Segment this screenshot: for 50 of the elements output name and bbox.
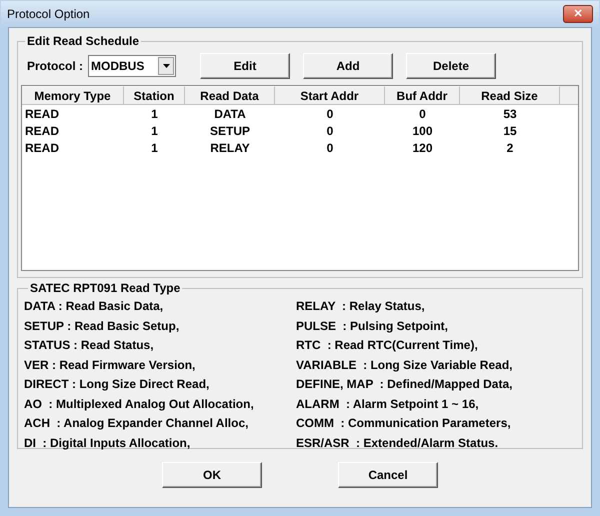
action-button[interactable]: Add <box>303 53 393 79</box>
column-header[interactable]: Read Data <box>185 86 275 105</box>
column-header[interactable]: Buf Addr <box>385 86 460 105</box>
read-type-text: ALARM : Alarm Setpoint 1 ~ 16, <box>296 396 480 412</box>
table-cell-text: READ <box>24 140 60 156</box>
table-cell-text: 15 <box>502 123 518 139</box>
table-cell-text: 53 <box>502 106 518 122</box>
table-cell-text: DATA <box>213 106 247 122</box>
read-type-text: ACH : Analog Expander Channel Alloc, <box>24 415 250 432</box>
read-type-text: RELAY : Relay Status, <box>296 298 426 315</box>
table-cell-text: 1 <box>150 123 159 139</box>
column-header[interactable]: Start Addr <box>275 86 385 105</box>
column-header[interactable]: Memory Type <box>22 86 124 105</box>
protocol-dropdown[interactable]: MODBUS <box>88 55 176 77</box>
table-cell-text: 0 <box>326 106 334 122</box>
table-cell-text: SETUP <box>208 123 251 139</box>
read-type-text: DI : Digital Inputs Allocation, <box>24 434 192 452</box>
table-cell-text: RELAY <box>209 140 251 156</box>
read-type-text: SETUP : Read Basic Setup, <box>24 318 180 334</box>
table-cell-text: 0 <box>326 123 334 139</box>
read-type-text: COMM : Communication Parameters, <box>296 415 512 432</box>
read-type-text: DIRECT : Long Size Direct Read, <box>24 376 210 393</box>
table-cell-text: 0 <box>418 106 427 122</box>
read-type-text: AO : Multiplexed Analog Out Allocation, <box>24 396 255 412</box>
read-type-text: DATA : Read Basic Data, <box>24 298 164 315</box>
column-header[interactable]: Station <box>124 86 185 105</box>
group-title: Edit Read Schedule <box>26 33 140 50</box>
read-type-text: VARIABLE : Long Size Variable Read, <box>296 356 512 374</box>
read-type-text: RTC : Read RTC(Current Time), <box>296 337 479 354</box>
table-cell-text: 0 <box>326 140 334 156</box>
table-cell-text: 120 <box>411 140 434 156</box>
protocol-label: Protocol : <box>27 58 83 75</box>
table-cell-text: READ <box>24 123 60 139</box>
table-cell-text: 2 <box>506 140 514 156</box>
table-cell-text: READ <box>24 106 60 122</box>
action-button[interactable]: Delete <box>406 53 496 79</box>
group-title: SATEC RPT091 Read Type <box>29 280 182 297</box>
window-title: Protocol Option <box>7 6 90 23</box>
column-header[interactable]: Read Size <box>460 86 560 105</box>
read-type-text: ESR/ASR : Extended/Alarm Status. <box>296 434 500 452</box>
read-type-text: PULSE : Pulsing Setpoint, <box>296 318 450 334</box>
read-type-text: DEFINE, MAP : Defined/Mapped Data, <box>296 376 512 393</box>
read-type-text: VER : Read Firmware Version, <box>24 356 196 374</box>
dialog-button[interactable]: OK <box>162 462 262 488</box>
dialog-button[interactable]: Cancel <box>338 462 438 488</box>
table-cell-text: 1 <box>150 140 159 156</box>
action-button[interactable]: Edit <box>200 53 290 79</box>
read-type-text: STATUS : Read Status, <box>24 337 155 354</box>
table-cell-text: 1 <box>150 106 159 122</box>
table-cell-text: 100 <box>411 123 434 139</box>
